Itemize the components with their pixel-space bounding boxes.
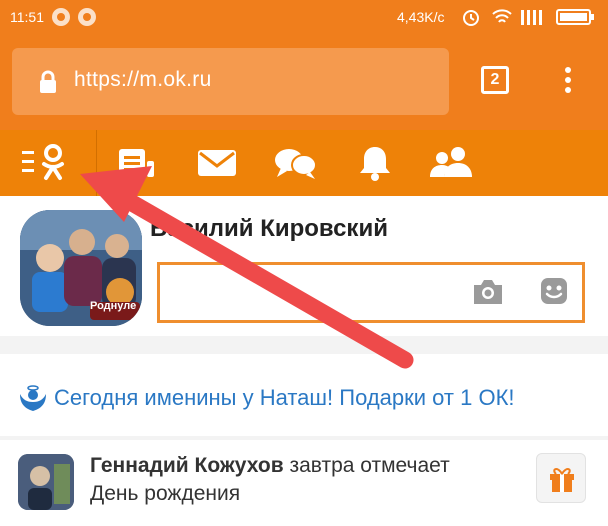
- nav-divider: [96, 130, 97, 196]
- address-bar[interactable]: https://m.ok.ru: [12, 48, 449, 115]
- main-content: Роднуле Василий Кировский Сегодня именин…: [0, 196, 608, 526]
- more-vert-icon[interactable]: [564, 67, 572, 97]
- feed-action: завтра отмечает: [283, 454, 450, 477]
- friends-icon[interactable]: [430, 143, 474, 183]
- feed-action-line2: День рождения: [90, 482, 241, 505]
- holiday-banner[interactable]: Сегодня именины у Наташ! Подарки от 1 ОК…: [0, 354, 608, 436]
- notification-icon: [52, 8, 70, 26]
- post-input[interactable]: [157, 262, 585, 323]
- notifications-icon[interactable]: [357, 143, 393, 183]
- menu-ok-icon[interactable]: [22, 143, 70, 183]
- alarm-icon: [463, 10, 479, 26]
- url-text[interactable]: https://m.ok.ru: [74, 68, 212, 92]
- notification-icon: [78, 8, 96, 26]
- emoji-icon[interactable]: [539, 276, 569, 306]
- angel-icon: [20, 385, 46, 411]
- camera-icon[interactable]: [471, 277, 505, 307]
- holiday-banner-text[interactable]: Сегодня именины у Наташ! Подарки от 1 ОК…: [54, 385, 515, 411]
- network-speed: 4,43K/c: [397, 9, 445, 25]
- gift-button[interactable]: [536, 453, 586, 503]
- browser-toolbar: https://m.ok.ru 2: [0, 35, 608, 130]
- feed-user-name[interactable]: Геннадий Кожухов: [90, 454, 284, 477]
- status-time: 11:51: [10, 9, 44, 25]
- feed-icon[interactable]: [117, 143, 157, 183]
- avatar[interactable]: Роднуле: [20, 210, 142, 326]
- ok-navbar: [0, 130, 608, 196]
- battery-icon: [556, 9, 594, 25]
- lock-icon: [40, 70, 56, 93]
- feed-avatar[interactable]: [18, 454, 74, 510]
- gift-icon: [550, 468, 574, 492]
- signal-icon: [521, 10, 542, 25]
- profile-name[interactable]: Василий Кировский: [150, 215, 388, 243]
- status-bar: 11:51 4,43K/c: [0, 0, 608, 35]
- messages-icon[interactable]: [196, 143, 240, 183]
- avatar-badge: Роднуле: [90, 300, 137, 312]
- feed-text: Геннадий Кожухов завтра отмечает День ро…: [90, 452, 520, 508]
- wifi-icon: [492, 9, 512, 23]
- discussions-icon[interactable]: [273, 143, 319, 183]
- feed-item: Геннадий Кожухов завтра отмечает День ро…: [0, 440, 608, 526]
- profile-card: Роднуле Василий Кировский: [0, 196, 608, 336]
- tab-switcher-button[interactable]: 2: [481, 66, 509, 94]
